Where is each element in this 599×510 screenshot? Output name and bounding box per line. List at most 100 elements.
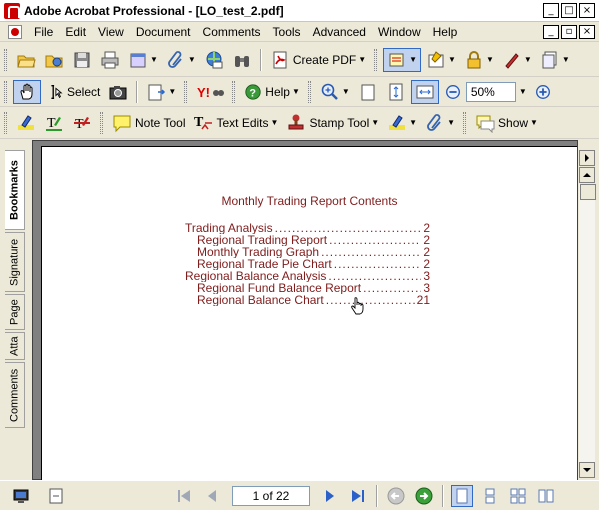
- last-page-button[interactable]: [347, 485, 369, 507]
- scroll-up-button[interactable]: [579, 167, 595, 183]
- menu-tools[interactable]: Tools: [267, 25, 307, 39]
- organizer-button[interactable]: [41, 48, 67, 72]
- toolbar-grip[interactable]: [4, 80, 7, 103]
- attach-button[interactable]: ▼: [163, 48, 199, 72]
- toolbar-grip[interactable]: [463, 111, 467, 134]
- toc-entry[interactable]: Monthly Trading Graph 2: [185, 246, 430, 258]
- hand-tool-button[interactable]: [13, 79, 41, 104]
- open-button[interactable]: [13, 48, 39, 72]
- menu-file[interactable]: File: [28, 25, 59, 39]
- maximize-button[interactable]: □: [561, 3, 577, 18]
- toc-entry[interactable]: Trading Analysis 2: [185, 222, 430, 234]
- menu-window[interactable]: Window: [372, 25, 427, 39]
- continuous-facing-layout-button[interactable]: [535, 485, 557, 507]
- single-page-layout-button[interactable]: [451, 484, 473, 507]
- monitor-button[interactable]: [10, 485, 32, 507]
- email-button[interactable]: [201, 48, 227, 72]
- stamp-tool-button[interactable]: Stamp Tool ▼: [283, 111, 382, 135]
- tab-pages[interactable]: Page: [5, 294, 25, 330]
- acrobat-app-icon[interactable]: [4, 2, 20, 19]
- toolbar-grip[interactable]: [232, 80, 236, 103]
- zoom-out-button[interactable]: [441, 80, 465, 104]
- doc-restore-button[interactable]: ▫: [561, 25, 577, 39]
- review-comment-button[interactable]: ▼: [383, 47, 422, 72]
- yahoo-search-button[interactable]: Y!: [193, 80, 227, 104]
- fit-width-button[interactable]: [410, 79, 439, 104]
- toc-entry-page: 2: [423, 222, 430, 234]
- save-button[interactable]: [69, 48, 95, 72]
- document-pane[interactable]: Monthly Trading Report Contents Trading …: [32, 140, 578, 481]
- first-page-button[interactable]: [173, 485, 195, 507]
- fit-width-icon: [416, 85, 434, 98]
- sign-button[interactable]: ▼: [499, 48, 535, 72]
- doc-close-button[interactable]: ×: [579, 25, 595, 39]
- document-icon[interactable]: [8, 24, 22, 39]
- pdf-page[interactable]: Monthly Trading Report Contents Trading …: [41, 146, 577, 481]
- toolbar-grip[interactable]: [374, 48, 378, 71]
- zoom-level-input[interactable]: 50%: [465, 81, 516, 102]
- tab-comments[interactable]: Comments: [5, 362, 25, 428]
- close-button[interactable]: ×: [579, 3, 595, 18]
- menu-edit[interactable]: Edit: [59, 25, 92, 39]
- tab-attachments[interactable]: Atta: [5, 332, 25, 360]
- toc-entry[interactable]: Regional Trade Pie Chart 2: [185, 258, 430, 270]
- next-view-button[interactable]: [413, 485, 435, 507]
- toc-entry[interactable]: Regional Balance Chart 21: [185, 294, 430, 306]
- snapshot-tool-button[interactable]: [105, 80, 131, 104]
- zoom-dropdown-button[interactable]: ▼: [516, 82, 530, 102]
- toolbar-grip[interactable]: [307, 80, 311, 103]
- underline-text-button[interactable]: T: [41, 111, 67, 135]
- previous-view-button[interactable]: [385, 485, 407, 507]
- next-page-button[interactable]: [319, 485, 341, 507]
- menu-help[interactable]: Help: [427, 25, 464, 39]
- previous-page-button[interactable]: [201, 485, 223, 507]
- print-button[interactable]: [97, 48, 123, 72]
- menu-document[interactable]: Document: [130, 25, 197, 39]
- snapshot-button[interactable]: ▼: [125, 48, 161, 72]
- facing-layout-button[interactable]: [507, 485, 529, 507]
- note-tool-button[interactable]: Note Tool: [109, 111, 188, 135]
- minimize-button[interactable]: _: [543, 3, 559, 18]
- cross-out-text-button[interactable]: T: [69, 111, 95, 135]
- zoom-in-button[interactable]: [531, 80, 555, 104]
- continuous-layout-button[interactable]: [479, 485, 501, 507]
- scrollbar-track[interactable]: [579, 184, 596, 462]
- scrollbar-thumb[interactable]: [580, 184, 596, 200]
- advanced-editing-button[interactable]: ▼: [537, 48, 573, 72]
- forms-button[interactable]: ▼: [423, 48, 459, 72]
- show-comments-button[interactable]: Show ▼: [472, 111, 541, 135]
- create-pdf-button[interactable]: Create PDF ▼: [267, 48, 369, 72]
- menu-comments[interactable]: Comments: [197, 25, 267, 39]
- toc-entry-text: Regional Balance Chart: [197, 294, 324, 306]
- zoom-in-tool-button[interactable]: ▼: [317, 80, 353, 104]
- select-tool-button[interactable]: Select: [43, 80, 103, 104]
- page-size-button[interactable]: [45, 485, 67, 507]
- tab-signatures[interactable]: Signature: [5, 232, 25, 292]
- secure-button[interactable]: ▼: [461, 48, 497, 72]
- text-edits-button[interactable]: T Text Edits ▼: [190, 111, 281, 135]
- scroll-down-button[interactable]: [579, 462, 595, 478]
- toolbar-grip[interactable]: [184, 80, 188, 103]
- toc-entry[interactable]: Regional Fund Balance Report 3: [185, 282, 430, 294]
- page-number-input[interactable]: 1 of 22: [232, 485, 310, 506]
- search-button[interactable]: [229, 48, 255, 72]
- attach-file-button[interactable]: ▼: [422, 111, 458, 135]
- menu-view[interactable]: View: [92, 25, 130, 39]
- menu-advanced[interactable]: Advanced: [307, 25, 372, 39]
- highlight-text-button[interactable]: [13, 111, 39, 135]
- fit-page-button[interactable]: [383, 80, 409, 104]
- toolbar-grip[interactable]: [4, 48, 7, 71]
- toc-entry[interactable]: Regional Trading Report 2: [185, 234, 430, 246]
- doc-minimize-button[interactable]: _: [543, 25, 559, 39]
- tab-bookmarks[interactable]: Bookmarks: [5, 150, 25, 230]
- toc-entry[interactable]: Regional Balance Analysis 3: [185, 270, 430, 282]
- panel-toggle-button[interactable]: [579, 150, 595, 166]
- toolbar-grip[interactable]: [4, 111, 7, 134]
- toolbar-grip[interactable]: [100, 111, 103, 134]
- help-button[interactable]: ? Help ▼: [241, 80, 303, 104]
- toc-leader-dots: [328, 270, 421, 282]
- pdf-page-button[interactable]: ▼: [143, 80, 179, 104]
- vertical-scrollbar[interactable]: [578, 140, 596, 480]
- actual-size-button[interactable]: [355, 80, 381, 104]
- highlighter-tools-button[interactable]: ▼: [384, 111, 420, 135]
